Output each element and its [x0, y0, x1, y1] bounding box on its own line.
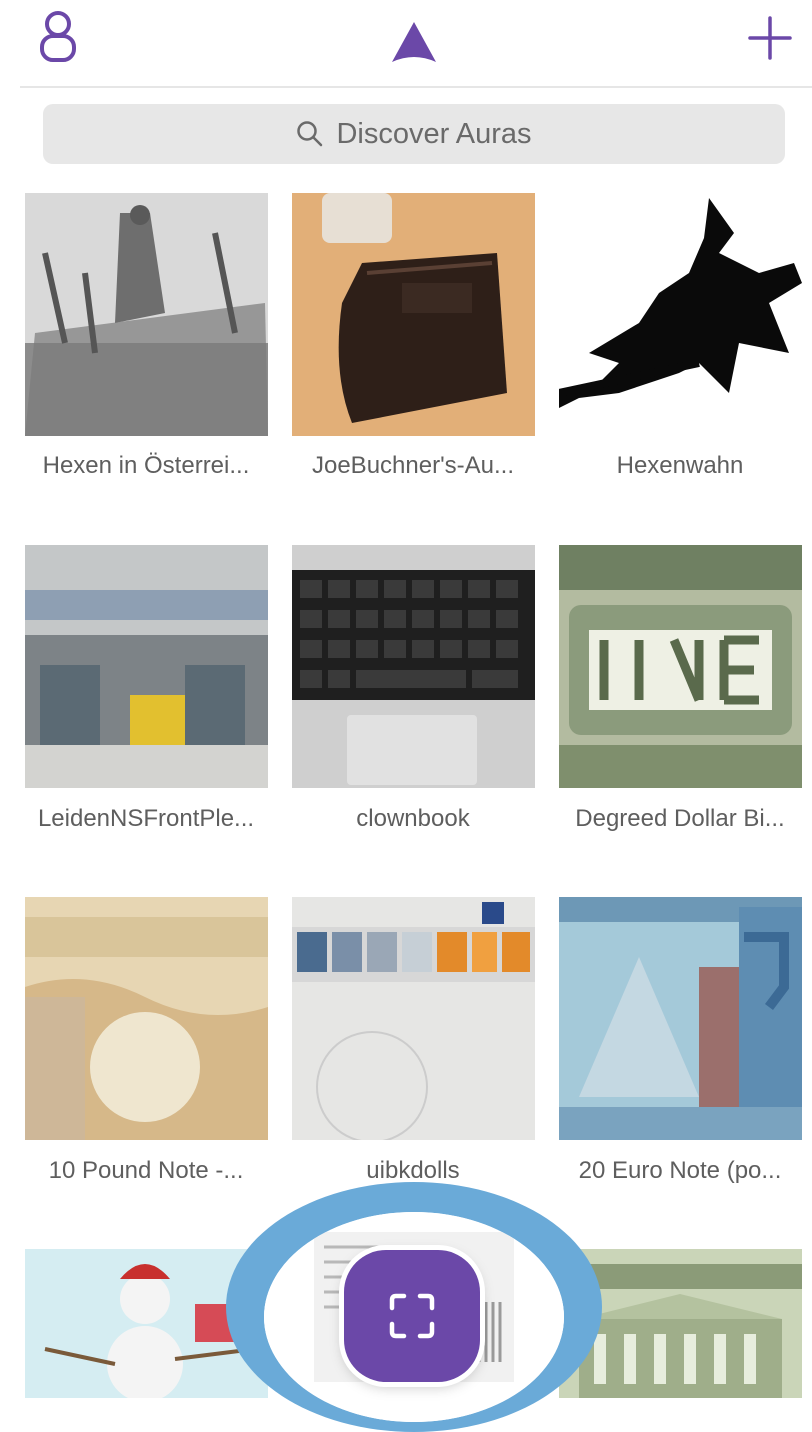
aura-thumbnail[interactable] — [559, 193, 802, 436]
aura-title: JoeBuchner's-Au... — [311, 452, 515, 479]
aura-title: clownbook — [356, 805, 470, 832]
aura-thumbnail[interactable] — [25, 193, 268, 436]
aura-thumbnail[interactable] — [25, 897, 268, 1140]
aura-title: uibkdolls — [366, 1157, 460, 1184]
scan-frame-icon — [389, 1293, 435, 1339]
aura-thumbnail[interactable] — [25, 545, 268, 788]
aura-title: Hexen in Österrei... — [42, 452, 250, 479]
aura-thumbnail[interactable] — [559, 897, 802, 1140]
aura-thumbnail[interactable] — [292, 545, 535, 788]
aura-title: 20 Euro Note (po... — [578, 1157, 782, 1184]
aura-title: LeidenNSFrontPle... — [37, 805, 255, 832]
aura-title: Degreed Dollar Bi... — [575, 805, 785, 832]
aura-thumbnail[interactable] — [292, 193, 535, 436]
aura-title: 10 Pound Note -... — [48, 1157, 244, 1184]
aura-title: Hexenwahn — [616, 452, 744, 479]
scan-button[interactable] — [344, 1250, 480, 1382]
aura-thumbnail[interactable] — [559, 545, 802, 788]
aura-thumbnail[interactable] — [292, 897, 535, 1140]
